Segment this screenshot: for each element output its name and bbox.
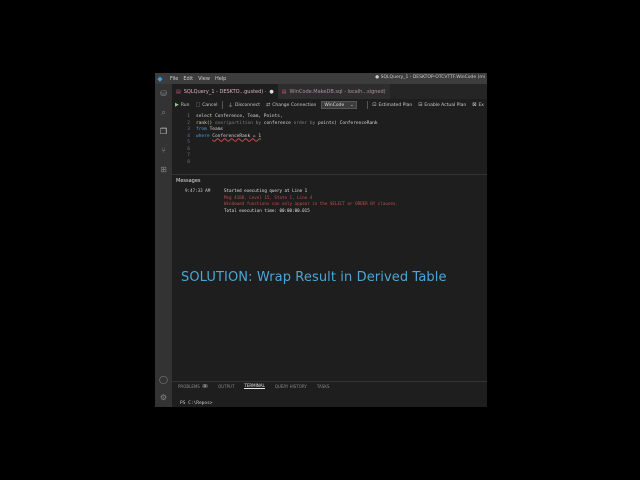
title-bar: ◆ File Edit View Help ● SQLQuery_1 - DES…: [155, 73, 487, 84]
tab-label: SQLQuery_1 - DESKTO...gusted) ·: [183, 88, 267, 95]
source-control-icon[interactable]: ⑂: [158, 145, 169, 156]
sql-file-icon: ▤: [176, 88, 181, 95]
account-icon[interactable]: ◯: [158, 374, 169, 385]
results-header: Messages: [172, 174, 487, 184]
code-token: from: [196, 127, 207, 132]
activity-bar: ⛁ ⌕ ❐ ⑂ ⊞ ◯ ⚙: [155, 84, 172, 407]
app-logo-icon: ◆: [157, 74, 163, 83]
estimated-plan-label: Estimated Plan: [378, 102, 413, 108]
error-line: Windowed functions can only appear in th…: [224, 201, 398, 206]
code-token: where: [196, 133, 210, 139]
message-line: Started executing query at Line 1: [224, 188, 308, 193]
code-token: order by: [293, 120, 316, 126]
plug-icon: ⏚: [227, 102, 233, 109]
line-number: 1: [187, 114, 190, 119]
connections-icon[interactable]: ⛁: [158, 88, 169, 99]
tab-sqlquery-1[interactable]: ▤ SQLQuery_1 - DESKTO...gusted) · ●: [172, 84, 278, 99]
run-label: Run: [180, 102, 190, 108]
code-line-3: from Teams: [196, 127, 223, 132]
play-icon: ▶: [175, 102, 179, 108]
estimated-plan-button[interactable]: ⊡ Estimated Plan: [369, 102, 415, 108]
cancel-label: Cancel: [202, 102, 218, 108]
menu-bar: File Edit View Help: [170, 76, 226, 82]
stop-icon: □: [195, 102, 201, 108]
gear-icon[interactable]: ⚙: [158, 392, 169, 403]
menu-edit[interactable]: Edit: [183, 76, 193, 82]
menu-view[interactable]: View: [198, 76, 210, 82]
line-number: 5: [187, 140, 190, 145]
code-line-1: select Conference, Team, Points,: [196, 114, 283, 119]
message-time: 9:47:33 AM: [185, 188, 211, 193]
explorer-icon[interactable]: ❐: [158, 126, 169, 137]
problems-count-badge: 1: [201, 384, 209, 388]
explain-label: Ex: [478, 102, 484, 108]
enable-actual-plan-label: Enable Actual Plan: [424, 102, 467, 108]
terminal-prompt: PS C:\Repos>: [180, 401, 213, 406]
disconnect-label: Disconnect: [235, 102, 260, 108]
tab-terminal[interactable]: TERMINAL: [244, 383, 265, 389]
run-button[interactable]: ▶ Run: [172, 102, 193, 108]
messages-panel: 9:47:33 AM Started executing query at Li…: [172, 185, 487, 225]
app-window: ◆ File Edit View Help ● SQLQuery_1 - DES…: [155, 73, 487, 407]
code-token: ConferenceRank = 1: [212, 133, 262, 139]
enable-actual-plan-button[interactable]: ⊟ Enable Actual Plan: [415, 102, 469, 108]
tab-problems[interactable]: PROBLEMS 1: [178, 383, 209, 389]
tab-tasks[interactable]: TASKS: [317, 384, 330, 389]
code-token: points) ConferenceRank: [317, 120, 378, 126]
plan-icon: ⊡: [372, 102, 377, 108]
unsaved-dot-icon[interactable]: ●: [269, 89, 273, 95]
code-token: over(partition by: [214, 120, 262, 126]
tab-output[interactable]: OUTPUT: [218, 384, 234, 389]
database-select[interactable]: WinCode ⌄: [321, 101, 357, 109]
toolbar-divider: [366, 101, 368, 109]
terminal[interactable]: PS C:\Repos>: [172, 390, 487, 407]
editor-tabs: ▤ SQLQuery_1 - DESKTO...gusted) · ● ▤ Wi…: [172, 84, 487, 99]
extensions-icon[interactable]: ⊞: [158, 164, 169, 175]
database-value: WinCode: [324, 102, 345, 108]
line-number: 6: [187, 146, 190, 152]
change-connection-label: Change Connection: [272, 102, 317, 108]
code-token: conference: [263, 120, 291, 126]
code-line-2: rank() over(partition by conference orde…: [196, 121, 378, 126]
solution-caption: SOLUTION: Wrap Result in Derived Table: [181, 270, 447, 285]
error-line: Msg 4108, Level 15, State 1, Line 4: [224, 194, 313, 200]
line-number: 8: [187, 159, 190, 165]
sql-file-icon: ▤: [281, 88, 287, 95]
tab-query-history[interactable]: QUERY HISTORY: [275, 384, 307, 389]
line-number: 3: [187, 127, 190, 132]
tab-label: WinCode.MakeDB.sql - localh...signed): [289, 88, 386, 95]
explain-button[interactable]: ⊠ Ex: [469, 102, 487, 108]
line-number: 4: [187, 133, 190, 139]
disconnect-button[interactable]: ⏚ Disconnect: [225, 102, 263, 109]
code-line-4: where ConferenceRank = 1: [196, 134, 261, 139]
actual-plan-icon: ⊟: [418, 102, 423, 108]
menu-file[interactable]: File: [170, 76, 178, 82]
cancel-button[interactable]: □ Cancel: [193, 102, 221, 108]
query-toolbar: ▶ Run □ Cancel ⏚ Disconnect ⇄ Change Con…: [172, 99, 487, 111]
toolbar-divider: [222, 101, 223, 109]
connection-icon: ⇄: [266, 102, 271, 108]
code-token: Teams: [209, 127, 224, 132]
line-number: 2: [187, 120, 190, 126]
panel-tabs: PROBLEMS 1 OUTPUT TERMINAL QUERY HISTORY …: [172, 381, 487, 390]
code-editor[interactable]: 1 2 3 4 5 6 7 8 select Conference, Team,…: [172, 111, 487, 174]
explain-icon: ⊠: [472, 102, 477, 108]
search-icon[interactable]: ⌕: [158, 107, 169, 118]
menu-help[interactable]: Help: [215, 76, 226, 82]
change-connection-button[interactable]: ⇄ Change Connection: [263, 102, 319, 108]
line-number: 7: [187, 153, 190, 158]
window-title: ● SQLQuery_1 - DESKTOP-OTCVTTF.WinCode (…: [375, 75, 485, 80]
code-token: rank(): [196, 120, 213, 126]
message-line: Total execution time: 00:00:00.015: [224, 207, 310, 213]
chevron-down-icon: ⌄: [349, 102, 354, 108]
messages-label[interactable]: Messages: [176, 178, 201, 184]
problems-label: PROBLEMS: [178, 383, 200, 389]
tab-wincode-makedb[interactable]: ▤ WinCode.MakeDB.sql - localh...signed): [277, 84, 390, 99]
